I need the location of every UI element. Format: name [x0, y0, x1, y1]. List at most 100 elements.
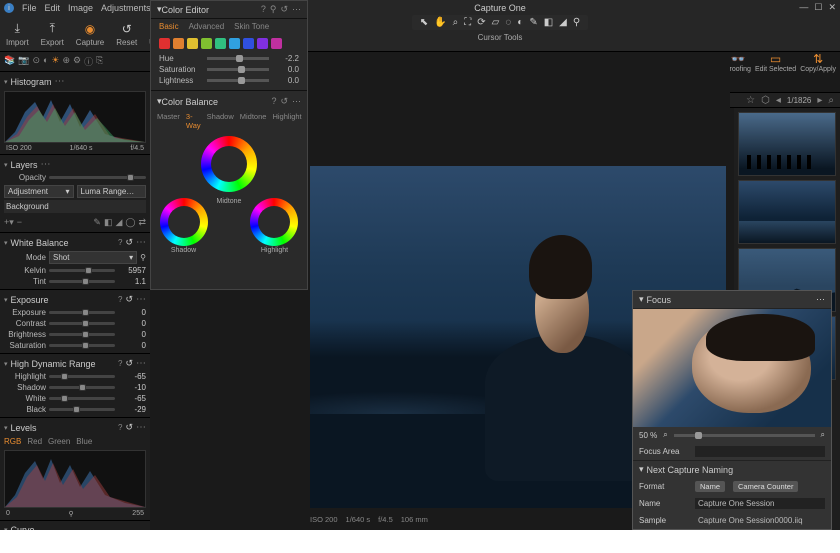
- exposure-reset-icon[interactable]: ↺: [125, 294, 133, 305]
- luma-range-button[interactable]: Luma Range…: [77, 185, 147, 198]
- search-icon[interactable]: ⌕: [828, 95, 834, 106]
- hdr-shadow-value[interactable]: -10: [118, 383, 146, 392]
- ce-hue-value[interactable]: -2.2: [273, 54, 299, 63]
- ce-tab-advanced[interactable]: Advanced: [189, 22, 225, 31]
- curve-caret-icon[interactable]: ▾: [4, 526, 8, 530]
- ce-tab-basic[interactable]: Basic: [159, 22, 179, 31]
- add-layer-icon[interactable]: +▾: [4, 217, 14, 228]
- tab-capture-icon[interactable]: 📷: [18, 55, 29, 68]
- ce-sat-value[interactable]: 0.0: [273, 65, 299, 74]
- export-button[interactable]: ⤒Export: [35, 21, 70, 47]
- ce-menu-icon[interactable]: ⋯: [292, 4, 301, 15]
- layer-erase-icon[interactable]: ◧: [104, 217, 113, 228]
- hdr-highlight-slider[interactable]: [49, 375, 115, 378]
- tool-eraser-icon[interactable]: ◧: [544, 17, 553, 28]
- tab-library-icon[interactable]: 📚: [4, 55, 15, 68]
- color-swatch-8[interactable]: [271, 38, 282, 49]
- levels-high[interactable]: 255: [132, 510, 144, 518]
- exposure-caret-icon[interactable]: ▾: [4, 296, 8, 304]
- color-swatch-5[interactable]: [229, 38, 240, 49]
- focus-preview[interactable]: [633, 309, 831, 427]
- tab-meta-icon[interactable]: ⓘ: [84, 55, 93, 68]
- app-info-icon[interactable]: i: [4, 3, 14, 13]
- focus-zoom-in-icon[interactable]: ⌕: [821, 430, 825, 440]
- import-button[interactable]: ⤓Import: [0, 21, 35, 47]
- contrast-value[interactable]: 0: [118, 319, 146, 328]
- levels-menu-icon[interactable]: ⋯: [136, 422, 146, 433]
- tab-exposure-icon[interactable]: ☀: [51, 55, 59, 68]
- name-field[interactable]: Capture One Session: [695, 498, 825, 509]
- tab-details-icon[interactable]: ⊕: [63, 55, 71, 68]
- saturation-value[interactable]: 0: [118, 341, 146, 350]
- ce-hue-slider[interactable]: [207, 57, 269, 60]
- hdr-caret-icon[interactable]: ▾: [4, 360, 8, 368]
- rating-star-icon[interactable]: ☆: [746, 95, 755, 106]
- ce-picker-icon[interactable]: ⚲: [270, 4, 277, 15]
- wheel-shadow[interactable]: [160, 198, 208, 246]
- cb-tab-3way[interactable]: 3-Way: [186, 112, 201, 130]
- delete-layer-icon[interactable]: −: [17, 217, 22, 228]
- format-name-token[interactable]: Name: [695, 481, 725, 492]
- hdr-white-value[interactable]: -65: [118, 394, 146, 403]
- saturation-slider[interactable]: [49, 344, 115, 347]
- ce-reset-icon[interactable]: ↺: [280, 4, 288, 15]
- kelvin-slider[interactable]: [49, 269, 115, 272]
- levels-low[interactable]: 0: [6, 510, 10, 518]
- wheel-midtone[interactable]: [201, 136, 257, 192]
- tint-value[interactable]: 1.1: [118, 277, 146, 286]
- tool-picker-icon[interactable]: ⚲: [573, 17, 580, 28]
- exposure-menu-icon[interactable]: ⋯: [136, 294, 146, 305]
- color-swatch-7[interactable]: [257, 38, 268, 49]
- edit-selected-button[interactable]: ▭Edit Selected: [755, 52, 796, 73]
- levels-tab-blue[interactable]: Blue: [76, 437, 92, 446]
- tab-output-icon[interactable]: ⎘: [96, 55, 103, 68]
- exposure-help-icon[interactable]: ?: [118, 295, 122, 304]
- layer-type-dropdown[interactable]: Adjustment▾: [4, 185, 74, 198]
- levels-tab-red[interactable]: Red: [27, 437, 42, 446]
- levels-picker-icon[interactable]: ⚲: [69, 510, 74, 518]
- hdr-black-slider[interactable]: [49, 408, 115, 411]
- brightness-value[interactable]: 0: [118, 330, 146, 339]
- layer-background[interactable]: Background: [4, 200, 146, 213]
- histogram-menu-icon[interactable]: ⋯: [55, 76, 65, 87]
- levels-tab-rgb[interactable]: RGB: [4, 437, 21, 446]
- contrast-slider[interactable]: [49, 322, 115, 325]
- wb-mode-dropdown[interactable]: Shot▾: [49, 251, 137, 264]
- wb-caret-icon[interactable]: ▾: [4, 239, 8, 247]
- color-swatch-6[interactable]: [243, 38, 254, 49]
- tint-slider[interactable]: [49, 280, 115, 283]
- reset-button[interactable]: ↺Reset: [110, 21, 143, 47]
- cb-tab-midtone[interactable]: Midtone: [240, 112, 267, 130]
- tool-brush-icon[interactable]: ✎: [529, 17, 537, 28]
- tool-spot-icon[interactable]: ◌: [505, 17, 511, 28]
- tool-zoom-icon[interactable]: ⌕: [453, 17, 459, 28]
- levels-reset-icon[interactable]: ↺: [125, 422, 133, 433]
- menu-edit[interactable]: Edit: [45, 3, 61, 13]
- copy-apply-button[interactable]: ⇅Copy/Apply: [800, 52, 836, 73]
- menu-image[interactable]: Image: [68, 3, 93, 13]
- thumbnail-1[interactable]: [738, 112, 836, 176]
- hdr-menu-icon[interactable]: ⋯: [136, 358, 146, 369]
- focus-area-field[interactable]: [695, 446, 825, 457]
- cb-tab-master[interactable]: Master: [157, 112, 180, 130]
- tab-color-icon[interactable]: ◐: [43, 55, 48, 68]
- exposure-value[interactable]: 0: [118, 308, 146, 317]
- histogram-caret-icon[interactable]: ▾: [4, 78, 8, 86]
- ce-light-slider[interactable]: [207, 79, 269, 82]
- tool-gradient-icon[interactable]: ◢: [559, 17, 567, 28]
- tool-mask-icon[interactable]: ◐: [517, 17, 523, 28]
- cb-tab-highlight[interactable]: Highlight: [272, 112, 301, 130]
- hdr-shadow-slider[interactable]: [49, 386, 115, 389]
- tab-lens-icon[interactable]: ⊙: [32, 55, 40, 68]
- levels-tab-green[interactable]: Green: [48, 437, 70, 446]
- wb-reset-icon[interactable]: ↺: [125, 237, 133, 248]
- wb-help-icon[interactable]: ?: [118, 238, 122, 247]
- cb-help-icon[interactable]: ?: [271, 96, 276, 107]
- kelvin-value[interactable]: 5957: [118, 266, 146, 275]
- hdr-white-slider[interactable]: [49, 397, 115, 400]
- layer-gradient-icon[interactable]: ◢: [115, 217, 122, 228]
- layer-radial-icon[interactable]: ◯: [125, 217, 135, 228]
- ce-sat-slider[interactable]: [207, 68, 269, 71]
- wb-menu-icon[interactable]: ⋯: [136, 237, 146, 248]
- focus-zoom-value[interactable]: 50 %: [639, 431, 657, 440]
